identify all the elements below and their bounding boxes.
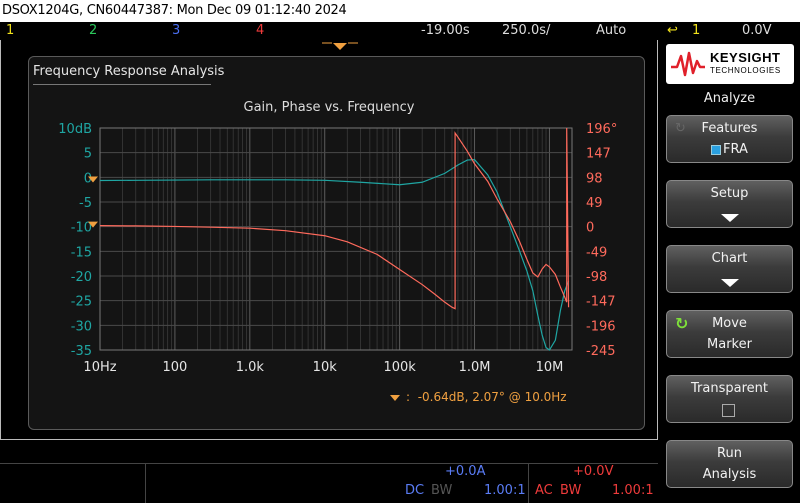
frequency-tick-label: 100 xyxy=(162,360,187,375)
gain-trace xyxy=(99,158,570,351)
submenu-arrow-icon xyxy=(720,214,739,222)
marker-readout: : -0.64dB, 2.07° @ 10.0Hz xyxy=(390,390,567,404)
analysis-label: Analysis xyxy=(702,467,757,482)
logo-line2: TECHNOLOGIES xyxy=(710,66,781,75)
ch-right-bw-limit: BW xyxy=(560,483,582,498)
ch-left-offset[interactable]: +0.0A xyxy=(445,464,485,479)
transparent-label: Transparent xyxy=(691,381,768,396)
marker-value: -0.64dB, 2.07° @ 10.0Hz xyxy=(417,390,567,404)
transparent-checkbox[interactable] xyxy=(722,404,735,417)
frequency-axis-labels: 10Hz 100 1.0k 10k 100k 1.0M 10M xyxy=(83,360,563,375)
gain-tick-label: -35 xyxy=(71,344,92,359)
phase-trace xyxy=(99,127,570,310)
ch-left-coupling: DC xyxy=(405,483,425,498)
run-analysis-softkey[interactable]: Run Analysis xyxy=(666,440,793,488)
setup-softkey[interactable]: Setup xyxy=(666,180,793,228)
gain-tick-label: -30 xyxy=(71,319,92,334)
move-marker-softkey[interactable]: ↻ Move Marker xyxy=(666,310,793,358)
ch-left-probe: 1.00:1 xyxy=(484,483,526,498)
ch-right-offset[interactable]: +0.0V xyxy=(573,464,613,479)
fra-checkbox[interactable] xyxy=(711,144,722,155)
phase-tick-label: 196° xyxy=(586,122,617,137)
run-label: Run xyxy=(717,446,742,461)
chart-label: Chart xyxy=(711,251,748,266)
gain-tick-label: 10dB xyxy=(58,122,92,137)
frequency-tick-label: 100k xyxy=(383,360,416,375)
features-label: Features xyxy=(701,121,758,136)
gain-tick-label: -15 xyxy=(71,245,92,260)
gain-tick-label: -5 xyxy=(79,196,92,211)
frequency-tick-label: 1.0M xyxy=(459,360,491,375)
frequency-tick-label: 10M xyxy=(536,360,564,375)
frequency-tick-label: 1.0k xyxy=(236,360,265,375)
gain-tick-label: -20 xyxy=(71,270,92,285)
gain-axis-labels: 10dB50-5-10-15-20-25-30-35 xyxy=(58,122,92,359)
marker-prefix: : xyxy=(406,390,411,404)
phase-axis-labels: 196° 147 98 49 0 -49 -98 -147 -196 -245 xyxy=(586,122,617,359)
logo-line1: KEYSIGHT xyxy=(710,50,781,65)
ch-left-bw-limit: BW xyxy=(431,483,453,498)
keysight-wave-icon xyxy=(671,51,705,77)
channel-info-bar: +0.0A DC BW 1.00:1 +0.0V AC BW 1.00:1 xyxy=(0,441,658,503)
trigger-icon: ↩ xyxy=(667,23,678,38)
frequency-tick-label: 10Hz xyxy=(83,360,116,375)
phase-tick-label: -196 xyxy=(586,319,616,334)
phase-tick-label: 98 xyxy=(586,171,603,186)
phase-tick-label: 0 xyxy=(586,221,594,236)
phase-tick-label: -49 xyxy=(586,245,607,260)
phase-tick-label: -98 xyxy=(586,270,607,285)
transparent-softkey[interactable]: Transparent xyxy=(666,375,793,423)
fra-chart: 10dB 5 0 -5 -10 -15 -20 -25 -30 -35 196° 147 98 49 0 -… xyxy=(58,122,617,375)
phase-tick-label: -147 xyxy=(586,295,616,310)
features-softkey[interactable]: ↻ Features FRA xyxy=(666,115,793,163)
menu-title: Analyze xyxy=(703,91,756,106)
gain-tick-label: 5 xyxy=(84,147,92,162)
marker-icon xyxy=(390,394,400,401)
phase-tick-label: -245 xyxy=(586,344,616,359)
ch-right-probe: 1.00:1 xyxy=(612,483,654,498)
gain-tick-label: -10 xyxy=(71,221,92,236)
phase-tick-label: 49 xyxy=(586,196,603,211)
move-label: Move xyxy=(712,316,747,331)
submenu-arrow-icon xyxy=(720,279,739,287)
fra-label: FRA xyxy=(723,142,748,157)
trigger-level[interactable]: 0.0V xyxy=(742,22,772,40)
chart-softkey[interactable]: Chart xyxy=(666,245,793,293)
trigger-channel: 1 xyxy=(692,23,701,38)
gain-tick-label: -25 xyxy=(71,295,92,310)
marker-label: Marker xyxy=(707,337,752,352)
phase-tick-label: 147 xyxy=(586,147,611,162)
frequency-tick-label: 10k xyxy=(313,360,338,375)
ch-right-coupling: AC xyxy=(535,483,553,498)
setup-label: Setup xyxy=(710,186,749,201)
